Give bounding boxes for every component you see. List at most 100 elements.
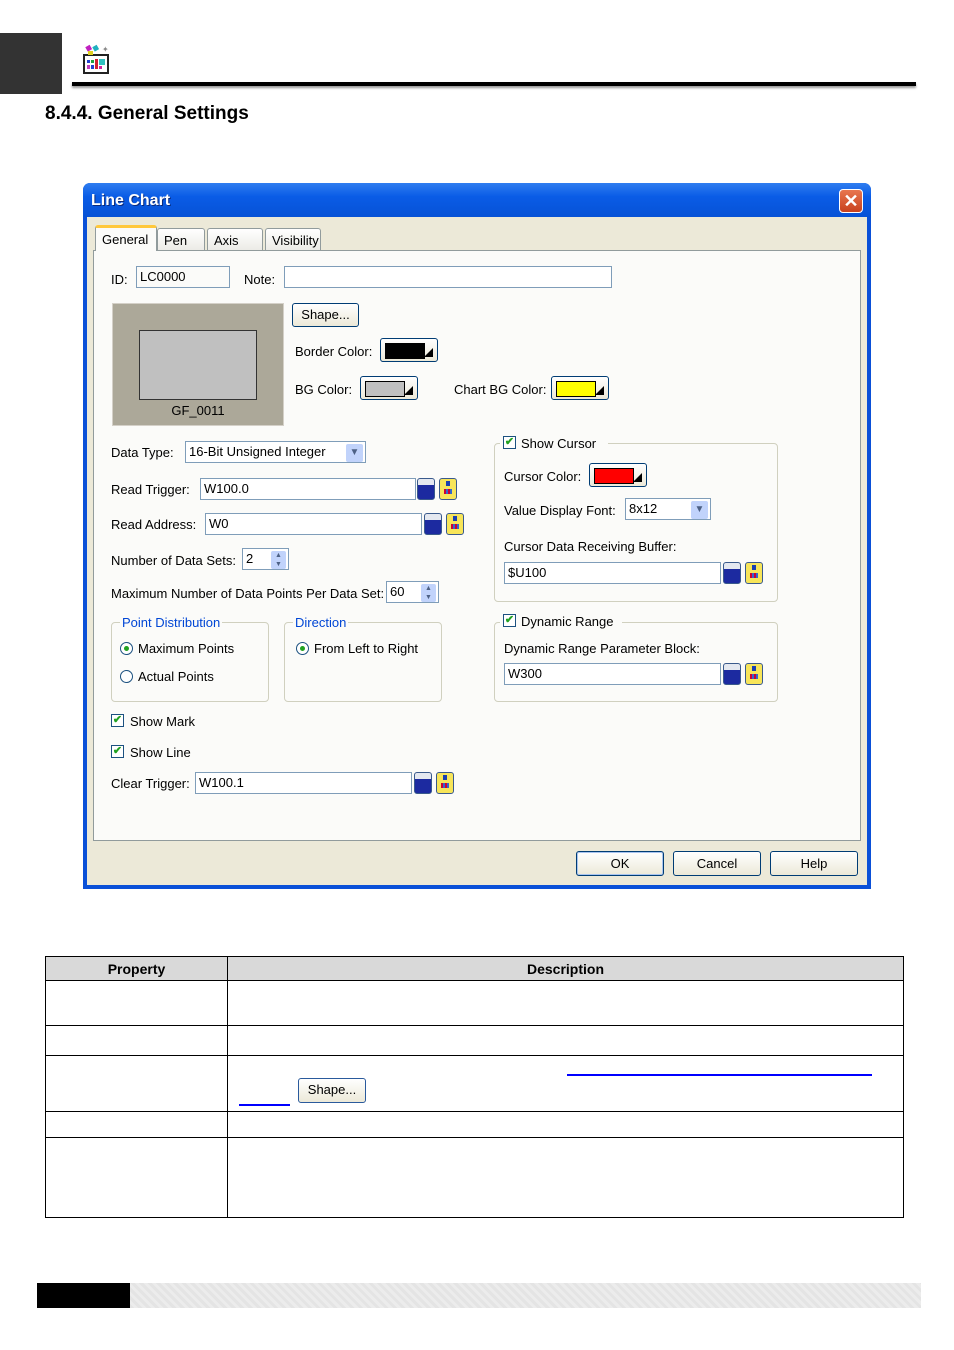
read-address-label: Read Address: — [111, 517, 197, 532]
property-cell — [45, 1137, 228, 1218]
header-description: Description — [227, 956, 904, 981]
num-data-sets-label: Number of Data Sets: — [111, 553, 236, 568]
description-cell — [227, 1025, 904, 1056]
bg-color-label: BG Color: — [295, 382, 353, 397]
address-tag-icon[interactable] — [745, 663, 763, 685]
point-distribution-group — [111, 622, 269, 702]
chart-bg-color-swatch — [556, 381, 596, 397]
page-number-block — [37, 1283, 130, 1308]
general-tab-panel: ID: LC0000 Note: GF_0011 Shape... Border… — [93, 250, 861, 841]
tab-visibility[interactable]: Visibility — [265, 228, 321, 250]
close-button[interactable]: ✕ — [839, 189, 863, 213]
value-font-value: 8x12 — [629, 501, 658, 516]
show-cursor-label[interactable]: Show Cursor — [521, 436, 596, 451]
maximum-points-label[interactable]: Maximum Points — [138, 641, 234, 656]
table-row — [45, 1111, 904, 1138]
note-field[interactable] — [284, 266, 612, 288]
table-row — [45, 1137, 904, 1218]
max-points-stepper[interactable]: 60 ▲ ▼ — [386, 581, 439, 603]
chart-bg-color-picker[interactable] — [551, 376, 609, 400]
bg-color-swatch — [365, 381, 405, 397]
shape-preview-label: GF_0011 — [171, 403, 225, 418]
dialog-title: Line Chart — [91, 192, 171, 209]
show-mark-checkbox[interactable]: ✔ — [111, 714, 124, 727]
cancel-button[interactable]: Cancel — [673, 851, 761, 876]
radio-maximum-points[interactable] — [120, 642, 133, 655]
address-tag-icon[interactable] — [446, 513, 464, 535]
num-data-sets-stepper[interactable]: 2 ▲ ▼ — [242, 548, 289, 570]
direction-group — [284, 622, 442, 702]
tab-general[interactable]: General — [95, 225, 157, 251]
cursor-color-picker[interactable] — [589, 463, 647, 487]
hyperlink-underline[interactable] — [239, 1104, 290, 1106]
spin-arrows-icon[interactable]: ▲ ▼ — [271, 551, 286, 569]
address-tag-icon[interactable] — [436, 772, 454, 794]
table-row: Shape... — [45, 1055, 904, 1112]
dialog-titlebar[interactable]: Line Chart ✕ — [83, 183, 871, 217]
point-distribution-legend: Point Distribution — [120, 615, 223, 630]
hyperlink-underline[interactable] — [567, 1074, 872, 1076]
tab-pen[interactable]: Pen — [157, 228, 205, 250]
shape-button[interactable]: Shape... — [292, 303, 359, 327]
dropdown-triangle-icon — [633, 473, 642, 482]
dialog-body: General Pen Axis Visibility ID: LC0000 N… — [87, 217, 867, 885]
left-to-right-label[interactable]: From Left to Right — [314, 641, 418, 656]
footer-band — [130, 1283, 921, 1308]
clear-trigger-input[interactable]: W100.1 — [195, 772, 412, 794]
cursor-buffer-input[interactable]: $U100 — [504, 562, 721, 584]
description-cell — [227, 1137, 904, 1218]
spin-arrows-icon[interactable]: ▲ ▼ — [421, 584, 436, 602]
show-cursor-checkbox[interactable]: ✔ — [503, 436, 516, 449]
id-field[interactable]: LC0000 — [136, 266, 230, 288]
address-tag-icon[interactable] — [439, 478, 457, 500]
cursor-buffer-label: Cursor Data Receiving Buffer: — [504, 539, 677, 554]
ok-button[interactable]: OK — [576, 851, 664, 876]
dropdown-triangle-icon — [404, 386, 413, 395]
calculator-icon[interactable] — [424, 513, 442, 535]
dynamic-range-label[interactable]: Dynamic Range — [521, 614, 614, 629]
read-trigger-label: Read Trigger: — [111, 482, 190, 497]
data-type-value: 16-Bit Unsigned Integer — [189, 444, 326, 459]
shape-button-image: Shape... — [298, 1078, 366, 1103]
shape-preview[interactable]: GF_0011 — [112, 303, 284, 426]
radio-left-to-right[interactable] — [296, 642, 309, 655]
show-line-label[interactable]: Show Line — [130, 745, 191, 760]
border-color-picker[interactable] — [380, 338, 438, 362]
help-button[interactable]: Help — [770, 851, 858, 876]
max-points-label: Maximum Number of Data Points Per Data S… — [111, 586, 385, 601]
tab-axis[interactable]: Axis — [207, 228, 263, 250]
property-cell — [45, 980, 228, 1026]
table-row — [45, 980, 904, 1026]
line-chart-app-icon: ✦ — [80, 43, 112, 75]
property-cell — [45, 1055, 228, 1112]
radio-actual-points[interactable] — [120, 670, 133, 683]
chart-bg-color-label: Chart BG Color: — [454, 382, 547, 397]
property-cell — [45, 1111, 228, 1138]
calculator-icon[interactable] — [414, 772, 432, 794]
bg-color-picker[interactable] — [360, 376, 418, 400]
border-color-swatch — [385, 343, 425, 359]
data-type-label: Data Type: — [111, 445, 174, 460]
calculator-icon[interactable] — [723, 562, 741, 584]
dynamic-range-checkbox[interactable]: ✔ — [503, 614, 516, 627]
calculator-icon[interactable] — [417, 478, 435, 500]
chevron-down-icon[interactable]: ▼ — [346, 444, 363, 462]
param-block-input[interactable]: W300 — [504, 663, 721, 685]
calculator-icon[interactable] — [723, 663, 741, 685]
direction-legend: Direction — [293, 615, 349, 630]
dropdown-triangle-icon — [424, 348, 433, 357]
value-font-label: Value Display Font: — [504, 503, 616, 518]
property-table: Property Description Shape... — [45, 956, 904, 1218]
chevron-down-icon[interactable]: ▼ — [691, 501, 708, 519]
show-line-checkbox[interactable]: ✔ — [111, 745, 124, 758]
actual-points-label[interactable]: Actual Points — [138, 669, 214, 684]
section-title: 8.4.4. General Settings — [45, 103, 249, 124]
dynamic-range-group — [494, 622, 778, 702]
data-type-select[interactable]: 16-Bit Unsigned Integer ▼ — [185, 441, 366, 463]
read-trigger-input[interactable]: W100.0 — [200, 478, 416, 500]
show-mark-label[interactable]: Show Mark — [130, 714, 195, 729]
value-font-select[interactable]: 8x12 ▼ — [625, 498, 711, 520]
read-address-input[interactable]: W0 — [205, 513, 422, 535]
note-label: Note: — [244, 272, 276, 287]
address-tag-icon[interactable] — [745, 562, 763, 584]
